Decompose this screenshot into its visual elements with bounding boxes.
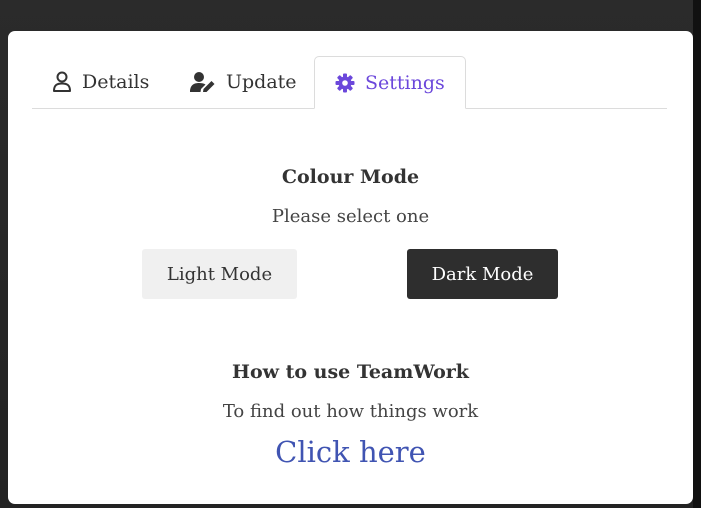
- tab-update-label: Update: [226, 71, 297, 93]
- tab-settings[interactable]: Settings: [314, 56, 466, 109]
- colour-mode-subtitle: Please select one: [271, 206, 430, 227]
- backdrop-scrollbar-edge: [693, 0, 701, 508]
- tab-bar: Details Update Settings: [32, 56, 667, 109]
- tab-details[interactable]: Details: [52, 56, 149, 108]
- howto-heading: How to use TeamWork: [232, 361, 469, 383]
- tab-update[interactable]: Update: [190, 56, 297, 108]
- gear-icon: [335, 73, 355, 93]
- help-link[interactable]: Click here: [8, 435, 693, 469]
- light-mode-button[interactable]: Light Mode: [142, 249, 297, 299]
- user-icon: [52, 71, 72, 93]
- user-edit-icon: [190, 71, 216, 93]
- tab-settings-label: Settings: [365, 71, 445, 94]
- settings-modal: Details Update Settings Colour Mode Plea…: [8, 31, 693, 504]
- howto-subtitle: To find out how things work: [222, 401, 479, 422]
- dark-mode-button[interactable]: Dark Mode: [407, 249, 558, 299]
- colour-mode-heading: Colour Mode: [281, 166, 420, 188]
- tab-details-label: Details: [82, 71, 150, 93]
